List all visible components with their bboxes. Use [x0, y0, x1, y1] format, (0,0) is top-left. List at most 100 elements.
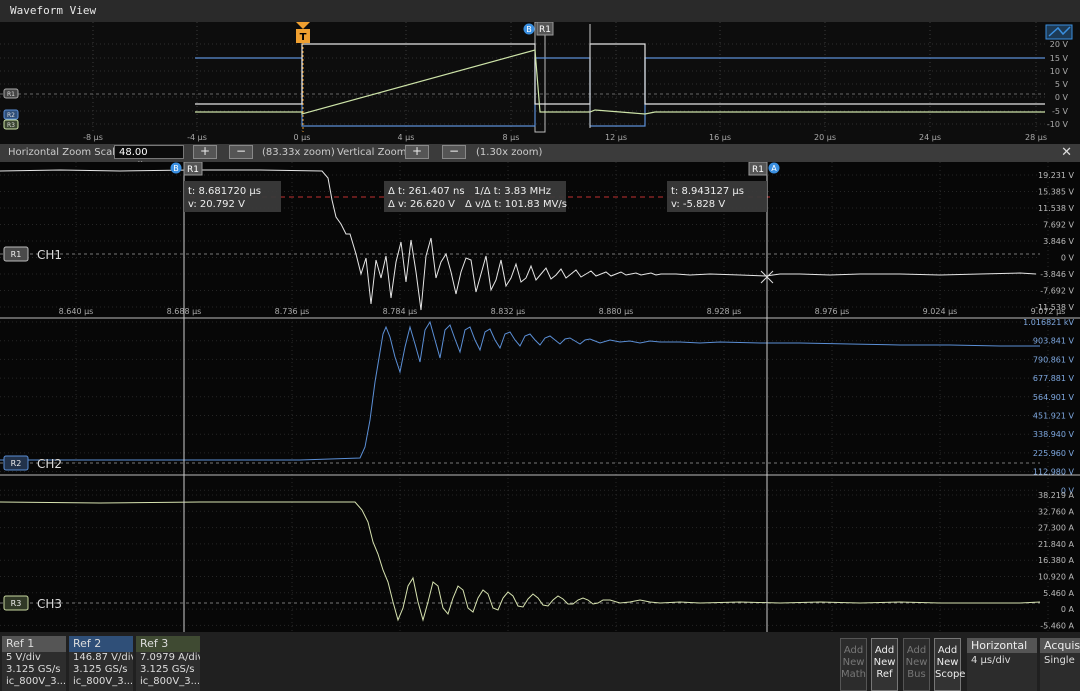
ref3-badge[interactable]: Ref 3 7.0979 A/div 3.125 GS/s ic_800V_3.… [136, 636, 200, 691]
add-scope-line2: New [936, 657, 959, 668]
ch3-volt-tick: 21.840 A [1038, 540, 1075, 549]
ch1-volt-tick: -7.692 V [1040, 287, 1074, 296]
ch3-volt-tick: 10.920 A [1038, 573, 1075, 582]
overview-volt-tick: 20 V [1050, 40, 1069, 49]
horizontal-title: Horizontal [967, 638, 1037, 653]
overview-cursor-b[interactable]: B [523, 23, 535, 35]
main-time-tick: 8.640 µs [59, 307, 94, 316]
readout-right-time: t: 8.943127 µs [671, 186, 744, 197]
overview-ch1-trace [195, 43, 1045, 105]
main-time-tick: 8.784 µs [383, 307, 418, 316]
add-new-math-button[interactable]: Add New Math [840, 638, 867, 691]
ref3-rate: 3.125 GS/s [140, 664, 195, 675]
horizontal-zoom-label: Horizontal Zoom Scale [8, 147, 122, 158]
add-new-ref-button[interactable]: Add New Ref [871, 638, 898, 691]
add-new-bus-button[interactable]: Add New Bus [903, 638, 930, 691]
overview-volt-tick: 0 V [1055, 93, 1069, 102]
horizontal-zoom-out-button[interactable]: − [229, 145, 253, 159]
add-bus-line3: Bus [907, 669, 926, 680]
cursor-b-label: B [526, 25, 532, 34]
overview-panel[interactable]: T B R1 R1 R2 R3 20 V 15 V 10 V 5 V 0 V -… [0, 21, 1080, 144]
main-time-tick: 8.976 µs [815, 307, 850, 316]
ch3-ref-tag: R3 [11, 599, 22, 608]
ch1-volt-tick: 0 V [1061, 254, 1075, 263]
ch2-label-group[interactable]: R2 CH2 [3, 455, 62, 471]
cursor-left-badge: B [173, 164, 179, 173]
zoom-waveform-plot[interactable]: B R1 R1 A t: 8.681720 µs v: 20.792 V Δ t… [0, 161, 1080, 632]
horizontal-zoom-factor: (83.33x zoom) [262, 147, 335, 158]
cursor-readout-delta: Δ t: 261.407 ns 1/Δ t: 3.83 MHz Δ v: 26.… [384, 181, 567, 212]
cursor-right-label: R1 [752, 165, 764, 175]
ch3-volt-tick: 38.219 A [1038, 491, 1075, 500]
horizontal-zoom-scale-input[interactable]: 48.00 ns/div [114, 145, 184, 172]
main-time-tick: 8.928 µs [707, 307, 742, 316]
cursor-right-tag[interactable]: R1 A [748, 161, 780, 176]
add-ref-line2: New [873, 657, 896, 668]
ref1-file: ic_800V_3... [6, 676, 66, 687]
acquisition-settings-badge[interactable]: Acquisition Single [1040, 638, 1080, 691]
overview-waveform[interactable]: T B R1 R1 R2 R3 20 V15 V10 V5 V0 V-5 V-1… [0, 21, 1080, 144]
ch2-volt-tick: 451.921 V [1033, 412, 1075, 421]
overview-time-tick: 20 µs [814, 133, 836, 142]
ref1-badge[interactable]: Ref 1 5 V/div 3.125 GS/s ic_800V_3... [2, 636, 66, 691]
ch1-volt-tick: 19.231 V [1038, 171, 1075, 180]
ch2-ref-tag: R2 [11, 459, 22, 468]
readout-left-volt: v: 20.792 V [188, 199, 245, 210]
overview-ref1-marker: R1 [7, 91, 15, 98]
ch1-label-group[interactable]: R1 CH1 [3, 246, 62, 262]
ch2-volt-tick: 338.940 V [1033, 430, 1075, 439]
ch2-name: CH2 [37, 457, 62, 471]
ch3-volt-tick: 32.760 A [1038, 507, 1075, 516]
horizontal-zoom-in-button[interactable]: + [193, 145, 217, 159]
ref3-title: Ref 3 [136, 636, 200, 652]
ch2-trace [0, 320, 1040, 461]
horizontal-settings-badge[interactable]: Horizontal 4 µs/div [967, 638, 1037, 691]
readout-right-volt: v: -5.828 V [671, 199, 725, 210]
overview-volt-tick: 10 V [1050, 67, 1069, 76]
vertical-zoom-out-button[interactable]: − [442, 145, 466, 159]
overview-time-tick: -4 µs [187, 133, 207, 142]
ch1-volt-tick: -11.538 V [1035, 303, 1074, 312]
add-bus-line1: Add [906, 645, 927, 656]
trigger-marker[interactable]: T [296, 22, 310, 132]
readout-delta-volt: Δ v: 26.620 V [388, 199, 455, 210]
ref2-rate: 3.125 GS/s [73, 664, 128, 675]
ch3-label-group[interactable]: R3 CH3 [3, 595, 62, 611]
ref3-scale: 7.0979 A/div [140, 652, 200, 663]
ref3-file: ic_800V_3... [140, 676, 200, 687]
autoscale-icon[interactable] [1045, 24, 1073, 40]
ch3-volt-tick: 5.460 A [1043, 589, 1074, 598]
ch1-name: CH1 [37, 248, 62, 262]
vertical-zoom-in-button[interactable]: + [405, 145, 429, 159]
ch3-volt-tick: 27.300 A [1038, 524, 1075, 533]
ref1-scale: 5 V/div [6, 652, 41, 663]
ch2-volt-tick: 903.841 V [1033, 337, 1075, 346]
waveform-view-title-bar: Waveform View [0, 0, 1080, 22]
cursor-readout-right: t: 8.943127 µs v: -5.828 V [667, 181, 767, 212]
readout-left-time: t: 8.681720 µs [188, 186, 261, 197]
oscilloscope-app: Waveform View T B R1 R1 R2 R3 20 V 15 V … [0, 0, 1080, 691]
close-zoom-icon[interactable]: ✕ [1061, 145, 1072, 160]
overview-time-tick: 24 µs [919, 133, 941, 142]
ch2-volt-tick: 564.901 V [1033, 393, 1075, 402]
acquisition-title: Acquisition [1040, 638, 1080, 653]
ch2-volt-tick: 112.980 V [1033, 468, 1075, 477]
ref2-badge[interactable]: Ref 2 146.87 V/div 3.125 GS/s ic_800V_3.… [69, 636, 133, 691]
horizontal-scale: 4 µs/div [971, 655, 1011, 666]
overview-time-tick: -8 µs [83, 133, 103, 142]
trigger-label: T [300, 32, 307, 43]
main-time-tick: 8.880 µs [599, 307, 634, 316]
cursor-left-tag[interactable]: B R1 [170, 161, 203, 176]
ref1-title: Ref 1 [2, 636, 66, 652]
overview-cursor-r1[interactable]: R1 [536, 21, 554, 36]
readout-delta-time: Δ t: 261.407 ns [388, 186, 465, 197]
bottom-control-bar: Ref 1 5 V/div 3.125 GS/s ic_800V_3... Re… [0, 632, 1080, 691]
overview-time-tick: 12 µs [605, 133, 627, 142]
add-new-scope-button[interactable]: Add New Scope [934, 638, 965, 691]
zoom-window-box[interactable] [534, 21, 546, 133]
ch3-volt-tick: 0 A [1061, 605, 1075, 614]
ch3-name: CH3 [37, 597, 62, 611]
zoom-waveform-panel[interactable]: B R1 R1 A t: 8.681720 µs v: 20.792 V Δ t… [0, 161, 1080, 632]
overview-time-tick: 16 µs [709, 133, 731, 142]
overview-ref-markers[interactable]: R1 R2 R3 [3, 88, 19, 130]
